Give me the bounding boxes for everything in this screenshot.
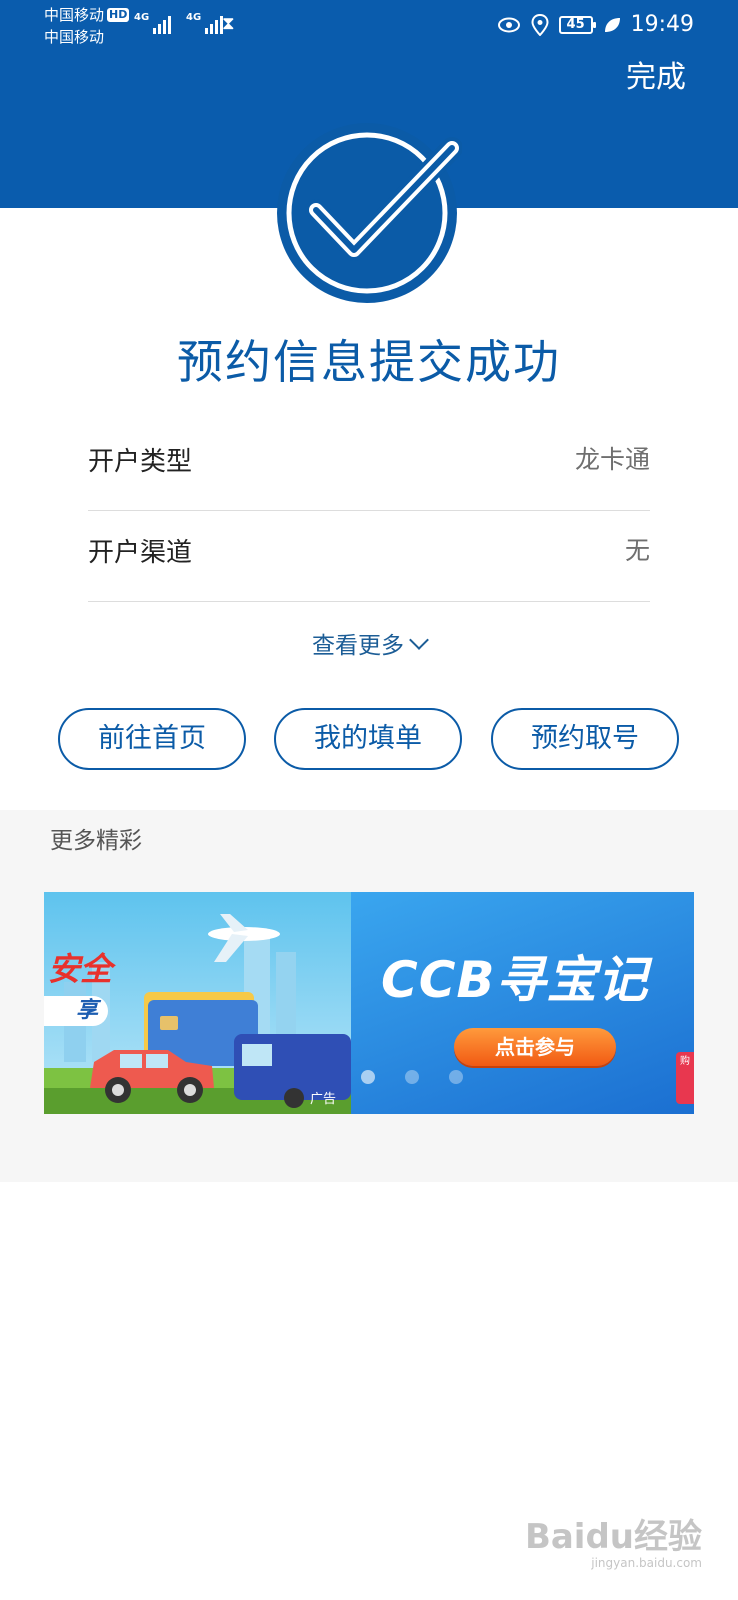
done-button[interactable]: 完成 — [626, 58, 686, 98]
network-type-1: 4G — [134, 12, 150, 23]
info-list: 开户类型 龙卡通 开户渠道 无 — [88, 420, 650, 602]
leaf-icon — [604, 18, 620, 32]
status-right: 45 19:49 — [497, 12, 694, 38]
carrier-label-1: 中国移动 — [44, 6, 105, 24]
join-button[interactable]: 点击参与 — [454, 1028, 616, 1066]
go-home-button[interactable]: 前往首页 — [58, 708, 246, 770]
info-row-account-type: 开户类型 龙卡通 — [88, 420, 650, 511]
carousel-dot[interactable] — [449, 1070, 463, 1084]
take-number-button[interactable]: 预约取号 — [491, 708, 679, 770]
location-icon — [531, 14, 549, 36]
see-more-label: 查看更多 — [312, 633, 404, 659]
my-forms-button[interactable]: 我的填单 — [274, 708, 462, 770]
carousel-dots — [361, 1070, 463, 1084]
see-more-link[interactable]: 查看更多 — [0, 630, 738, 662]
eye-icon — [497, 17, 520, 33]
promo-banner[interactable]: 安全 享 广告 CCB寻宝记 点击参与 购 — [44, 892, 694, 1114]
side-badge: 购 — [676, 1052, 694, 1104]
ad-label: 广告 — [310, 1092, 337, 1107]
more-section: 更多精彩 安全 享 广告 CCB寻宝记 点击参与 购 — [0, 810, 738, 1182]
action-buttons: 前往首页 我的填单 预约取号 — [58, 708, 680, 772]
info-value: 龙卡通 — [574, 445, 650, 474]
more-section-title: 更多精彩 — [50, 828, 142, 854]
signal-icon: 4G — [186, 12, 224, 34]
hourglass-icon: ⧗ — [222, 13, 235, 34]
info-row-account-channel: 开户渠道 无 — [88, 511, 650, 602]
baidu-watermark: Baidu经验 jingyan.baidu.com — [525, 1518, 702, 1570]
chevron-down-icon — [409, 630, 429, 650]
watermark-sub: jingyan.baidu.com — [591, 1556, 702, 1570]
hd-badge: HD — [107, 8, 130, 22]
carousel-dot[interactable] — [361, 1070, 375, 1084]
info-label: 开户类型 — [88, 447, 193, 477]
info-value: 无 — [624, 536, 650, 565]
network-type-2: 4G — [186, 12, 202, 23]
banner-share-text: 享 — [44, 996, 108, 1026]
battery-indicator: 45 — [558, 16, 596, 34]
carousel-dot[interactable] — [405, 1070, 419, 1084]
banner-title: CCB寻宝记 — [381, 951, 649, 1009]
banner-safe-text: 安全 — [48, 950, 113, 988]
status-time: 19:49 — [630, 12, 694, 37]
status-bar: 中国移动 HD 中国移动 4G 4G ⧗ 45 19:49 — [0, 0, 738, 50]
watermark-main: Baidu经验 — [524, 1517, 702, 1557]
page: 中国移动 HD 中国移动 4G 4G ⧗ 45 19:49 完成 预约信息提交成… — [0, 0, 738, 1600]
success-title: 预约信息提交成功 — [177, 335, 561, 389]
check-circle-icon — [272, 118, 463, 308]
banner-left-panel: 安全 享 广告 — [44, 892, 351, 1114]
carrier-label-2: 中国移动 — [44, 28, 105, 46]
signal-icon: 4G — [134, 12, 172, 34]
info-label: 开户渠道 — [88, 538, 193, 568]
